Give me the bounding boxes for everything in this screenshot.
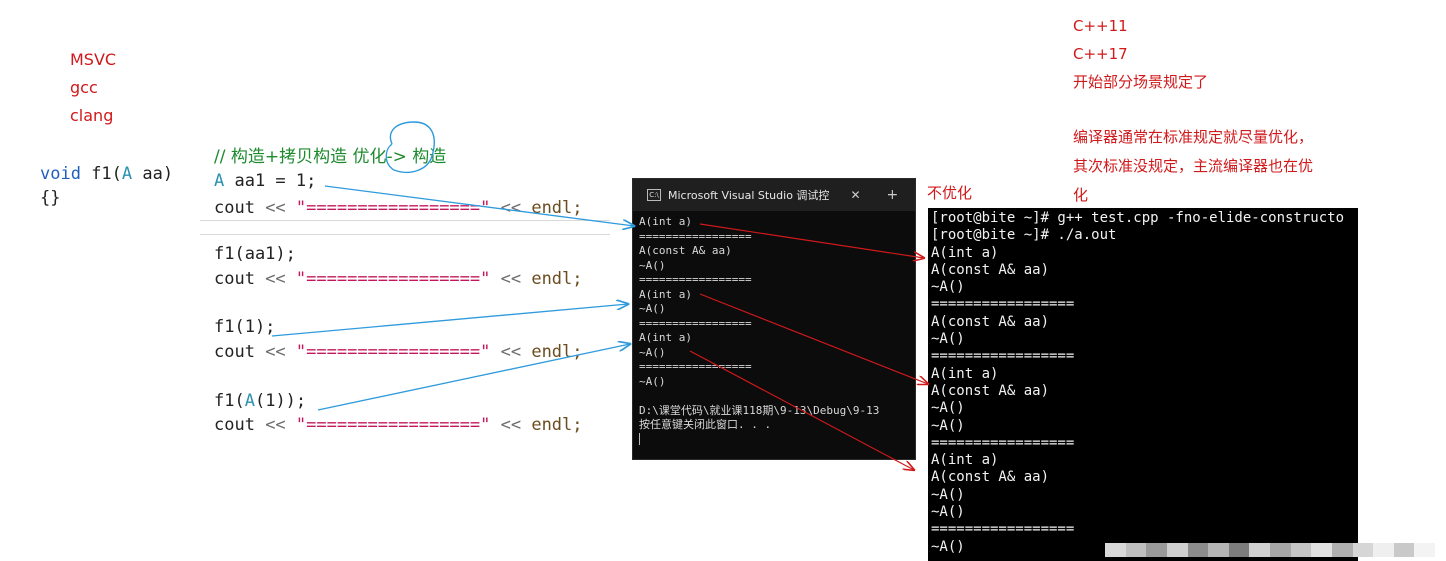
no-optimization-label: 不优化 bbox=[927, 184, 973, 202]
standards-note-line: C++17 bbox=[1073, 45, 1128, 63]
code-line-cout: cout << "=================" << endl; bbox=[214, 268, 583, 290]
compiler-gcc: gcc bbox=[70, 78, 98, 97]
stream-operator: << bbox=[500, 269, 522, 289]
compiler-msvc: MSVC bbox=[70, 50, 117, 69]
code-line-call1: f1(aa1); bbox=[214, 244, 296, 264]
separator-string: "=================" bbox=[285, 269, 501, 289]
separator-string: "=================" bbox=[285, 342, 501, 362]
function-name: f1( bbox=[80, 164, 122, 184]
compiler-list: MSVC gcc clang bbox=[70, 46, 116, 130]
vs-output-text: A(int a) ================= A(const A& aa… bbox=[639, 215, 880, 431]
linux-terminal[interactable]: [root@bite ~]# g++ test.cpp -fno-elide-c… bbox=[928, 208, 1358, 561]
endl-keyword: endl; bbox=[521, 342, 583, 362]
code-text: f1( bbox=[214, 391, 245, 411]
code-comment: // 构造+拷贝构造 优化-> 构造 bbox=[214, 147, 447, 167]
code-line-call2: f1(1); bbox=[214, 317, 276, 337]
stream-operator: << bbox=[265, 269, 286, 289]
main-code-block: // 构造+拷贝构造 优化-> 构造 A aa1 = 1; cout << "=… bbox=[214, 146, 583, 435]
standards-note-line: C++11 bbox=[1073, 17, 1128, 35]
separator-string: "=================" bbox=[285, 198, 501, 218]
code-line-cout: cout << "=================" << endl; bbox=[214, 341, 583, 363]
close-icon[interactable]: ✕ bbox=[850, 188, 860, 202]
stream-operator: << bbox=[265, 342, 286, 362]
vs-title-text: Microsoft Visual Studio 调试控 bbox=[668, 189, 830, 202]
optimization-note: 编译器通常在标准规定就尽量优化，其次标准没规定，主流编译器也在优化 bbox=[1073, 128, 1314, 204]
standards-note: C++11 C++17 开始部分场景规定了 bbox=[1073, 12, 1208, 96]
code-text: (1)); bbox=[254, 391, 307, 411]
endl-keyword: endl; bbox=[521, 269, 583, 289]
vs-title-bar: C:\ Microsoft Visual Studio 调试控 ✕ + ⌄ bbox=[633, 179, 915, 211]
cout-keyword: cout bbox=[214, 415, 266, 435]
stream-operator: << bbox=[265, 415, 286, 435]
separator-string: "=================" bbox=[285, 415, 501, 435]
code-line-call3: f1(A(1)); bbox=[214, 390, 306, 412]
vs-debug-console[interactable]: C:\ Microsoft Visual Studio 调试控 ✕ + ⌄ A(… bbox=[632, 178, 916, 460]
type-a: A bbox=[121, 164, 133, 184]
compiler-clang: clang bbox=[70, 106, 114, 125]
terminal-output: [root@bite ~]# g++ test.cpp -fno-elide-c… bbox=[928, 208, 1358, 556]
type-a: A bbox=[214, 171, 225, 191]
code-line-cout: cout << "=================" << endl; bbox=[214, 414, 583, 436]
stream-operator: << bbox=[500, 342, 522, 362]
function-body: {} bbox=[40, 188, 61, 208]
console-icon: C:\ bbox=[647, 189, 661, 201]
standards-note-line: 开始部分场景规定了 bbox=[1073, 73, 1209, 91]
code-line-construct: A aa1 = 1; bbox=[214, 170, 316, 192]
code-line-cout: cout << "=================" << endl; bbox=[214, 197, 583, 219]
cout-keyword: cout bbox=[214, 342, 266, 362]
vs-console-output: A(int a) ================= A(const A& aa… bbox=[633, 211, 915, 449]
endl-keyword: endl; bbox=[521, 198, 583, 218]
terminal-output-text: [root@bite ~]# g++ test.cpp -fno-elide-c… bbox=[931, 210, 1345, 555]
cout-keyword: cout bbox=[214, 269, 266, 289]
keyword-void: void bbox=[40, 164, 81, 184]
vs-console-tab[interactable]: C:\ Microsoft Visual Studio 调试控 ✕ bbox=[647, 187, 861, 203]
stream-operator: << bbox=[500, 198, 522, 218]
f1-definition: void f1(A aa) {} bbox=[40, 162, 173, 210]
blurred-watermark bbox=[1105, 543, 1435, 557]
code-divider bbox=[200, 234, 610, 235]
stream-operator: << bbox=[265, 198, 286, 218]
type-a: A bbox=[244, 391, 255, 411]
text-cursor bbox=[639, 432, 640, 445]
stream-operator: << bbox=[500, 415, 522, 435]
arrow-call2 bbox=[271, 304, 628, 337]
cout-keyword: cout bbox=[214, 198, 266, 218]
code-text: aa1 = 1; bbox=[224, 171, 317, 191]
new-tab-icon[interactable]: + bbox=[887, 187, 899, 203]
code-divider bbox=[200, 220, 610, 221]
param-name: aa) bbox=[132, 164, 174, 184]
endl-keyword: endl; bbox=[521, 415, 583, 435]
